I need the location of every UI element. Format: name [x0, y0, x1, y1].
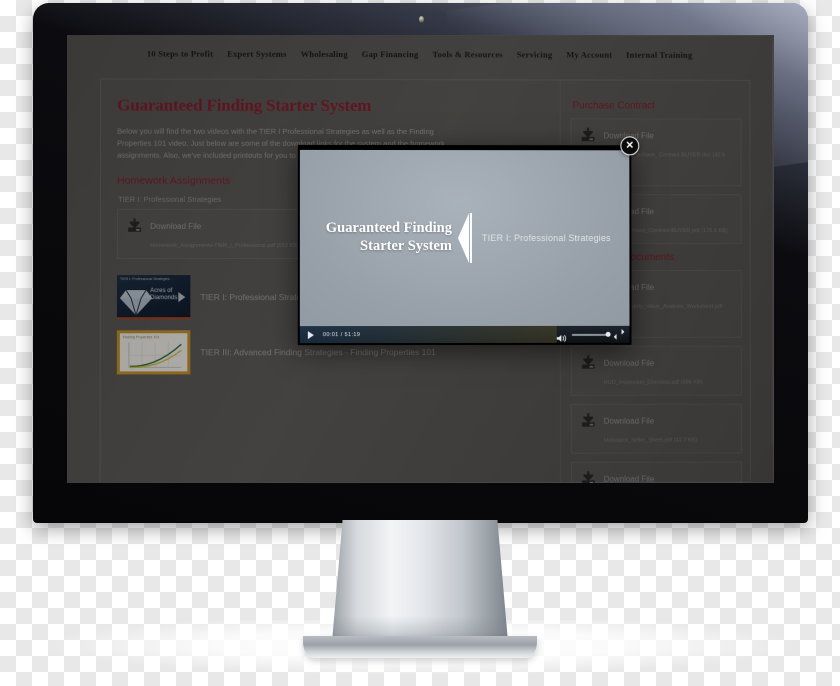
volume-slider[interactable] [571, 331, 611, 337]
fullscreen-icon[interactable] [615, 330, 624, 339]
volume-knob[interactable] [605, 331, 611, 337]
video-controls[interactable]: 00:01 / 51:19 [299, 325, 630, 344]
download-label: Download File [603, 416, 655, 426]
download-item[interactable]: Download File Motivated_Seller_Sheet.pdf… [570, 403, 742, 454]
thumbnail-caption: Acres of Diamonds [150, 288, 178, 302]
download-icon [126, 217, 143, 234]
video-slide[interactable]: Guaranteed Finding Starter System TIER I… [299, 149, 630, 327]
site-navigation[interactable]: 10 Steps to Profit Expert Systems Wholes… [67, 35, 772, 74]
download-item[interactable]: Download File Homework_Assignments-TIER_… [116, 209, 323, 260]
slide-title: Guaranteed Finding Starter System [300, 220, 458, 255]
download-icon [580, 412, 597, 429]
page-title: Guaranteed Finding Starter System [117, 95, 372, 116]
monitor-bezel: 10 Steps to Profit Expert Systems Wholes… [33, 3, 808, 523]
download-icon [580, 126, 597, 143]
download-icon [580, 354, 597, 371]
download-label: Download File [150, 222, 202, 232]
sidebar-heading-purchase-contract: Purchase Contract [572, 100, 655, 112]
nav-item-5[interactable]: Servicing [517, 49, 553, 59]
monitor-stand-base [303, 636, 537, 658]
webcam-icon [418, 16, 424, 23]
download-meta: Homework_Assignments-TIER_I_Professional… [150, 243, 299, 250]
nav-item-2[interactable]: Wholesaling [301, 49, 348, 59]
slide-title-line-2: Starter System [360, 237, 452, 255]
current-time: 00:01 [322, 331, 339, 338]
video-thumbnail-acres-of-diamonds[interactable]: TIER I: Professional Strategies Acres of… [116, 275, 191, 320]
nav-item-1[interactable]: Expert Systems [227, 49, 286, 59]
time-separator: / [340, 331, 343, 338]
download-meta: HUD_Inspection_Checklist.pdf (686 KB) [603, 379, 703, 386]
nav-item-4[interactable]: Tools & Resources [432, 49, 502, 59]
video-player[interactable]: Guaranteed Finding Starter System TIER I… [297, 144, 632, 346]
monitor-stand-neck [332, 520, 508, 642]
thumbnail-overline: Finding Properties 101 [122, 335, 160, 340]
close-icon[interactable]: ✕ [620, 136, 640, 156]
canvas-root: 10 Steps to Profit Expert Systems Wholes… [0, 0, 840, 686]
slide-title-line-1: Guaranteed Finding [325, 220, 452, 237]
download-label: Download File [603, 358, 655, 368]
monitor-mockup: 10 Steps to Profit Expert Systems Wholes… [33, 3, 808, 523]
video-time-display: 00:01 / 51:19 [323, 332, 360, 338]
download-meta: Motivated_Seller_Sheet.pdf (41.7 KB) [603, 437, 698, 444]
thumbnail-overline: TIER I: Professional Strategies [119, 277, 170, 282]
nav-item-6[interactable]: My Account [566, 50, 612, 60]
download-label: Download File [603, 474, 655, 483]
download-icon [580, 470, 597, 483]
slide-subtitle: TIER I: Professional Strategies [481, 233, 611, 244]
volume-icon[interactable] [557, 330, 567, 343]
play-arrow-icon [178, 292, 186, 303]
monitor-screen: 10 Steps to Profit Expert Systems Wholes… [67, 35, 774, 483]
video-title: TIER III: Advanced Finding Strategies - … [200, 347, 436, 358]
play-button[interactable] [307, 330, 314, 339]
nav-item-7[interactable]: Internal Training [626, 50, 692, 60]
nav-item-3[interactable]: Gap Financing [362, 49, 419, 59]
download-item[interactable]: Download File HUD_Inspection_Checklist.p… [570, 345, 742, 396]
duration: 51:19 [344, 331, 361, 338]
slide-separator-icon [457, 213, 474, 263]
video-modal: Guaranteed Finding Starter System TIER I… [297, 136, 640, 346]
nav-item-0[interactable]: 10 Steps to Profit [147, 49, 213, 59]
download-item[interactable]: Download File Meeting_With_the_Seller_Ou… [570, 461, 743, 483]
video-thumbnail-finding-properties[interactable]: Finding Properties 101 [116, 330, 191, 375]
